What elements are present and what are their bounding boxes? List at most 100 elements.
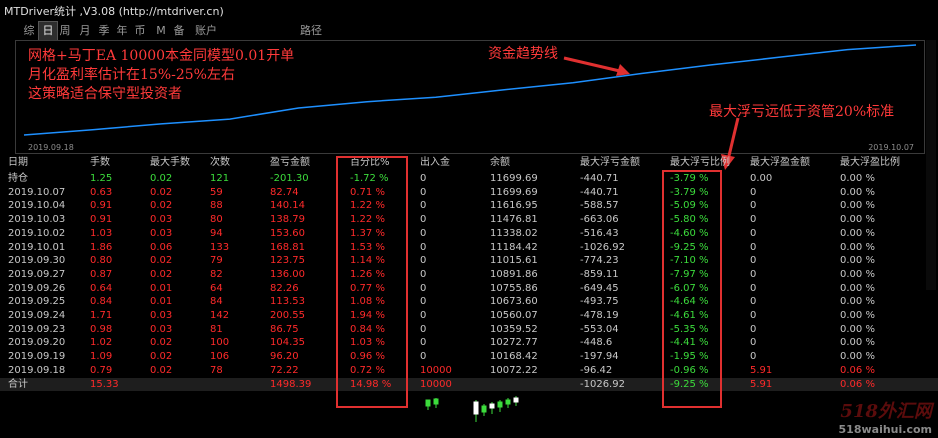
table-cell: 142 [210, 310, 230, 321]
tab-1[interactable]: 日 [38, 21, 58, 41]
table-cell: 0.98 [90, 323, 113, 335]
table-cell: 0 [420, 282, 427, 294]
table-row[interactable]: 2019.09.19 1.09 0.02 106 96.20 0.96 % 0 10168.4… [0, 350, 938, 363]
table-row[interactable]: 2019.09.24 1.71 0.03 142 200.55 1.94 % 0 10560.… [0, 309, 938, 322]
table-cell: 0.00 % [840, 255, 875, 267]
table-row[interactable]: 2019.09.30 0.80 0.02 79 123.75 1.14 % 0 11015.6… [0, 254, 938, 267]
table-row[interactable]: 2019.09.18 0.79 0.02 78 72.22 0.72 % 10000 1007… [0, 364, 938, 377]
table-cell: 84 [210, 296, 223, 308]
table-cell: 0 [420, 337, 427, 349]
table-cell: 0 [750, 310, 757, 321]
table-cell: 80 [210, 214, 223, 226]
table-row[interactable]: 2019.10.07 0.63 0.02 59 82.74 0.71 % 0 11699.69… [0, 186, 938, 199]
table-row[interactable]: 2019.10.04 0.91 0.02 88 140.14 1.22 % 0 11616.9… [0, 199, 938, 212]
table-cell: 0.06 % [840, 378, 875, 390]
table-cell: 11699.69 [490, 186, 538, 198]
column-header[interactable]: 出入金 [420, 156, 450, 169]
table-cell: 1.02 [90, 337, 113, 349]
tab-8[interactable]: 备 [170, 22, 188, 40]
table-row[interactable]: 2019.09.23 0.98 0.03 81 86.75 0.84 % 0 10359.52… [0, 323, 938, 336]
table-cell: -1026.92 [580, 241, 625, 253]
tab-6[interactable]: 币 [131, 22, 149, 40]
table-row[interactable]: 2019.09.25 0.84 0.01 84 113.53 1.08 % 0 10673.6… [0, 295, 938, 308]
annotation-line-1: 网格+马丁EA 10000本金同模型0.01开单 [28, 48, 295, 64]
tab-2[interactable]: 周 [56, 22, 74, 40]
tab-9[interactable]: 账户 [188, 22, 224, 40]
table-cell: 11476.81 [490, 214, 538, 226]
table-cell: 0.80 [90, 255, 113, 267]
table-row[interactable]: 2019.09.27 0.87 0.02 82 136.00 1.26 % 0 10891.8… [0, 268, 938, 281]
table-cell: 2019.09.18 [8, 364, 66, 376]
table-cell: 2019.09.24 [8, 310, 66, 321]
table-cell: 0.84 [90, 296, 113, 308]
table-cell: 0 [750, 268, 757, 280]
table-cell: 持仓 [8, 173, 28, 184]
table-row[interactable]: 2019.10.02 1.03 0.03 94 153.60 1.37 % 0 11338.0… [0, 227, 938, 240]
column-header[interactable]: 手数 [90, 156, 110, 169]
table-cell: 79 [210, 255, 223, 267]
column-header[interactable]: 余额 [490, 156, 510, 169]
table-cell: 0.03 [150, 310, 173, 321]
table-cell: 200.55 [270, 310, 305, 321]
table-cell: 2019.09.20 [8, 337, 66, 349]
table-cell: 10673.60 [490, 296, 538, 308]
percent-column-highlight [336, 156, 408, 408]
vertical-scrollbar[interactable] [926, 40, 936, 290]
table-cell: 2019.10.01 [8, 241, 66, 253]
tab-3[interactable]: 月 [76, 22, 94, 40]
column-header[interactable]: 次数 [210, 156, 230, 169]
table-cell: 0.64 [90, 282, 113, 294]
table-cell: 0.02 [150, 268, 173, 280]
tab-7[interactable]: M [152, 22, 170, 40]
column-header[interactable]: 日期 [8, 156, 28, 169]
table-row[interactable]: 2019.09.20 1.02 0.02 100 104.35 1.03 % 0 10272.… [0, 336, 938, 349]
equity-chart: 2019.09.18 2019.10.07 网格+马丁EA 10000本金同模型… [15, 40, 925, 154]
table-cell: 10560.07 [490, 310, 538, 321]
tab-5[interactable]: 年 [113, 22, 131, 40]
column-header[interactable]: 最大浮亏金额 [580, 156, 640, 169]
table-row[interactable]: 2019.09.26 0.64 0.01 64 82.26 0.77 % 0 10755.86… [0, 282, 938, 295]
column-header[interactable]: 最大浮亏比例 [670, 156, 730, 169]
table-cell: 0.02 [150, 364, 173, 376]
table-cell: -197.94 [580, 351, 619, 363]
table-row[interactable]: 2019.10.03 0.91 0.03 80 138.79 1.22 % 0 11476.8… [0, 213, 938, 226]
table-cell: 2019.10.04 [8, 200, 66, 212]
table-cell: 0 [750, 296, 757, 308]
holding-row[interactable]: 持仓 1.25 0.02 121 -201.30 -1.72 % 0 11699.69 -440… [0, 172, 938, 185]
column-header[interactable]: 最大浮盈比例 [840, 156, 900, 169]
table-cell: 59 [210, 186, 223, 198]
table-cell: 0 [750, 255, 757, 267]
table-cell: 72.22 [270, 364, 299, 376]
table-cell: -448.6 [580, 337, 613, 349]
table-cell: 133 [210, 241, 230, 253]
table-row[interactable]: 2019.10.01 1.86 0.06 133 168.81 1.53 % 0 11184.… [0, 241, 938, 254]
table-cell: 0 [750, 351, 757, 363]
table-cell: 0 [750, 337, 757, 349]
table-cell: 2019.09.23 [8, 323, 66, 335]
total-row[interactable]: 合计 15.33 1498.39 14.98 % 10000 -1026.92 -9.25 … [0, 377, 938, 391]
table-cell: 86.75 [270, 323, 299, 335]
table-cell: -588.57 [580, 200, 619, 212]
table-cell: -516.43 [580, 227, 619, 239]
column-header[interactable]: 最大手数 [150, 156, 190, 169]
tab-4[interactable]: 季 [95, 22, 113, 40]
table-cell: 2019.09.19 [8, 351, 66, 363]
trend-arrow-icon [563, 56, 630, 76]
tab-10[interactable]: 路径 [293, 22, 329, 40]
table-cell: 82.26 [270, 282, 299, 294]
column-header[interactable]: 盈亏金额 [270, 156, 310, 169]
table-cell: -440.71 [580, 173, 619, 184]
tab-0[interactable]: 综 [20, 22, 38, 40]
table-cell: 1.09 [90, 351, 113, 363]
table-cell: 11699.69 [490, 173, 538, 184]
table-cell: 2019.10.02 [8, 227, 66, 239]
table-cell: 1498.39 [270, 378, 312, 390]
table-cell: 0.00 % [840, 268, 875, 280]
table-cell: 0 [420, 310, 427, 321]
table-cell: 2019.09.30 [8, 255, 66, 267]
table-cell: 0 [750, 282, 757, 294]
table-cell: 合计 [8, 378, 28, 390]
table-cell: 106 [210, 351, 230, 363]
table-cell: 0 [420, 255, 427, 267]
column-header[interactable]: 最大浮盈金额 [750, 156, 810, 169]
